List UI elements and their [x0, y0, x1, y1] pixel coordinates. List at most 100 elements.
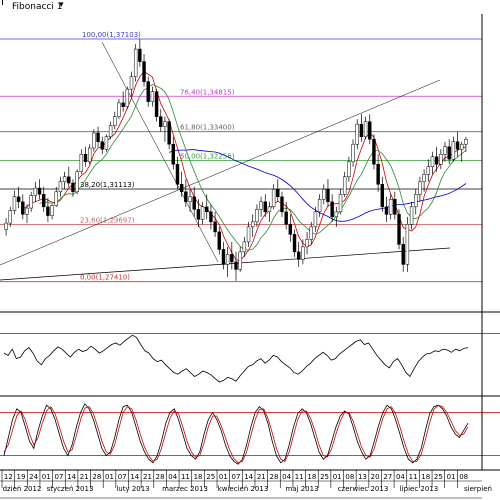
- candle-body: [460, 143, 464, 150]
- candle-body: [280, 196, 284, 213]
- day-tick-label: 18: [194, 473, 203, 481]
- candle-body: [146, 81, 150, 102]
- day-tick-label: 04: [282, 473, 291, 481]
- day-tick-label: 11: [409, 473, 418, 481]
- candle-body: [422, 174, 426, 183]
- day-tick-label: 11: [295, 473, 304, 481]
- candle-body: [363, 121, 368, 137]
- candle-body: [100, 141, 104, 150]
- candle-body: [167, 121, 171, 145]
- candle-body: [414, 194, 418, 208]
- candle-body: [230, 254, 234, 263]
- candle-body: [255, 209, 259, 223]
- day-tick-label: 04: [396, 473, 405, 481]
- candle-body: [154, 91, 159, 117]
- candle-body: [418, 181, 422, 195]
- candle-body: [313, 211, 318, 228]
- day-tick-label: 04: [168, 473, 177, 481]
- candle-body: [359, 123, 364, 137]
- candle-body: [117, 102, 121, 117]
- candle-body: [21, 201, 25, 215]
- day-tick-label: 01: [447, 473, 456, 481]
- candle-body: [4, 222, 8, 230]
- candle-body: [50, 205, 54, 216]
- day-tick-label: 21: [257, 473, 266, 481]
- day-tick-label: 24: [29, 473, 38, 481]
- day-tick-label: 28: [156, 473, 165, 481]
- candle-body: [92, 132, 96, 149]
- candle-body: [37, 187, 42, 195]
- month-label: lipiec 2013: [400, 485, 438, 493]
- candle-body: [196, 209, 201, 220]
- candle-body: [284, 211, 288, 225]
- candle-body: [405, 224, 410, 265]
- candle-body: [288, 224, 293, 235]
- candle-body: [430, 156, 435, 168]
- time-axis: 12 19 24 01 07 14 21 28 01 07 14 21 28 04 11 18 25 01 07 14…: [0, 14, 492, 499]
- day-tick-label: 21: [80, 473, 89, 481]
- trading-chart: Fibonacci 1 ▾ 100,00(1,37103) 76,40(1,348…: [0, 0, 500, 500]
- day-tick-label: 28: [92, 473, 101, 481]
- candle-body: [213, 221, 217, 233]
- candle-body: [443, 146, 447, 155]
- candle-body: [75, 171, 79, 193]
- candle-body: [16, 196, 21, 203]
- candle-body: [163, 121, 167, 127]
- candle-body: [58, 181, 63, 193]
- day-tick-label: 20: [371, 473, 380, 481]
- osc-line: [3, 334, 469, 383]
- candle-body: [113, 116, 117, 126]
- candle-body: [292, 234, 297, 253]
- day-tick-label: 14: [244, 473, 253, 481]
- candle-body: [171, 143, 176, 165]
- day-tick-label: 18: [307, 473, 316, 481]
- candle-body: [67, 176, 71, 184]
- candle-body: [217, 231, 221, 250]
- fib-level-label: 0,00(1,27410): [80, 274, 130, 282]
- fib-level-label: 38,20(1,31113): [80, 181, 135, 189]
- candle-body: [188, 196, 192, 203]
- candle-body: [326, 189, 330, 203]
- candle-body: [393, 199, 397, 215]
- candle-body: [380, 184, 385, 208]
- candle-body: [401, 244, 405, 265]
- candle-body: [87, 147, 92, 162]
- candle-body: [409, 206, 414, 225]
- candle-body: [347, 161, 351, 178]
- candle-body: [138, 48, 142, 62]
- day-tick-label: 18: [421, 473, 430, 481]
- candle-body: [221, 249, 226, 265]
- candle-body: [397, 214, 401, 245]
- day-tick-label: 25: [320, 473, 329, 481]
- candle-body: [309, 226, 313, 240]
- fib-level-label: 23,60(1,29697): [80, 216, 135, 224]
- candle-body: [342, 176, 347, 195]
- candle-body: [33, 187, 38, 196]
- stochastic-panel: [0, 403, 500, 471]
- day-tick-label: 13: [358, 473, 367, 481]
- day-tick-label: 28: [269, 473, 278, 481]
- price-panel: 100,00(1,37103) 76,40(1,34815) 61,80(1,334…: [0, 31, 500, 313]
- candle-body: [330, 201, 334, 218]
- candle-body: [246, 226, 251, 243]
- month-label: czerwiec 2013: [338, 485, 389, 493]
- stoch-d-line: [3, 404, 469, 464]
- candle-body: [159, 116, 163, 127]
- candle-body: [71, 182, 75, 193]
- candle-body: [305, 239, 309, 248]
- candle-body: [184, 191, 188, 203]
- candle-body: [12, 196, 17, 211]
- candle-body: [79, 153, 84, 173]
- day-tick-label: 01: [42, 473, 51, 481]
- candle-body: [121, 102, 125, 107]
- candle-body: [271, 189, 276, 208]
- candle-body: [317, 199, 322, 213]
- candle-body: [150, 91, 155, 102]
- candle-body: [355, 123, 359, 145]
- candle-body: [455, 141, 460, 150]
- month-label: maj 2013: [285, 485, 318, 493]
- candle-body: [434, 156, 439, 165]
- candle-body: [276, 189, 280, 198]
- candle-body: [251, 221, 255, 228]
- candle-body: [259, 201, 263, 210]
